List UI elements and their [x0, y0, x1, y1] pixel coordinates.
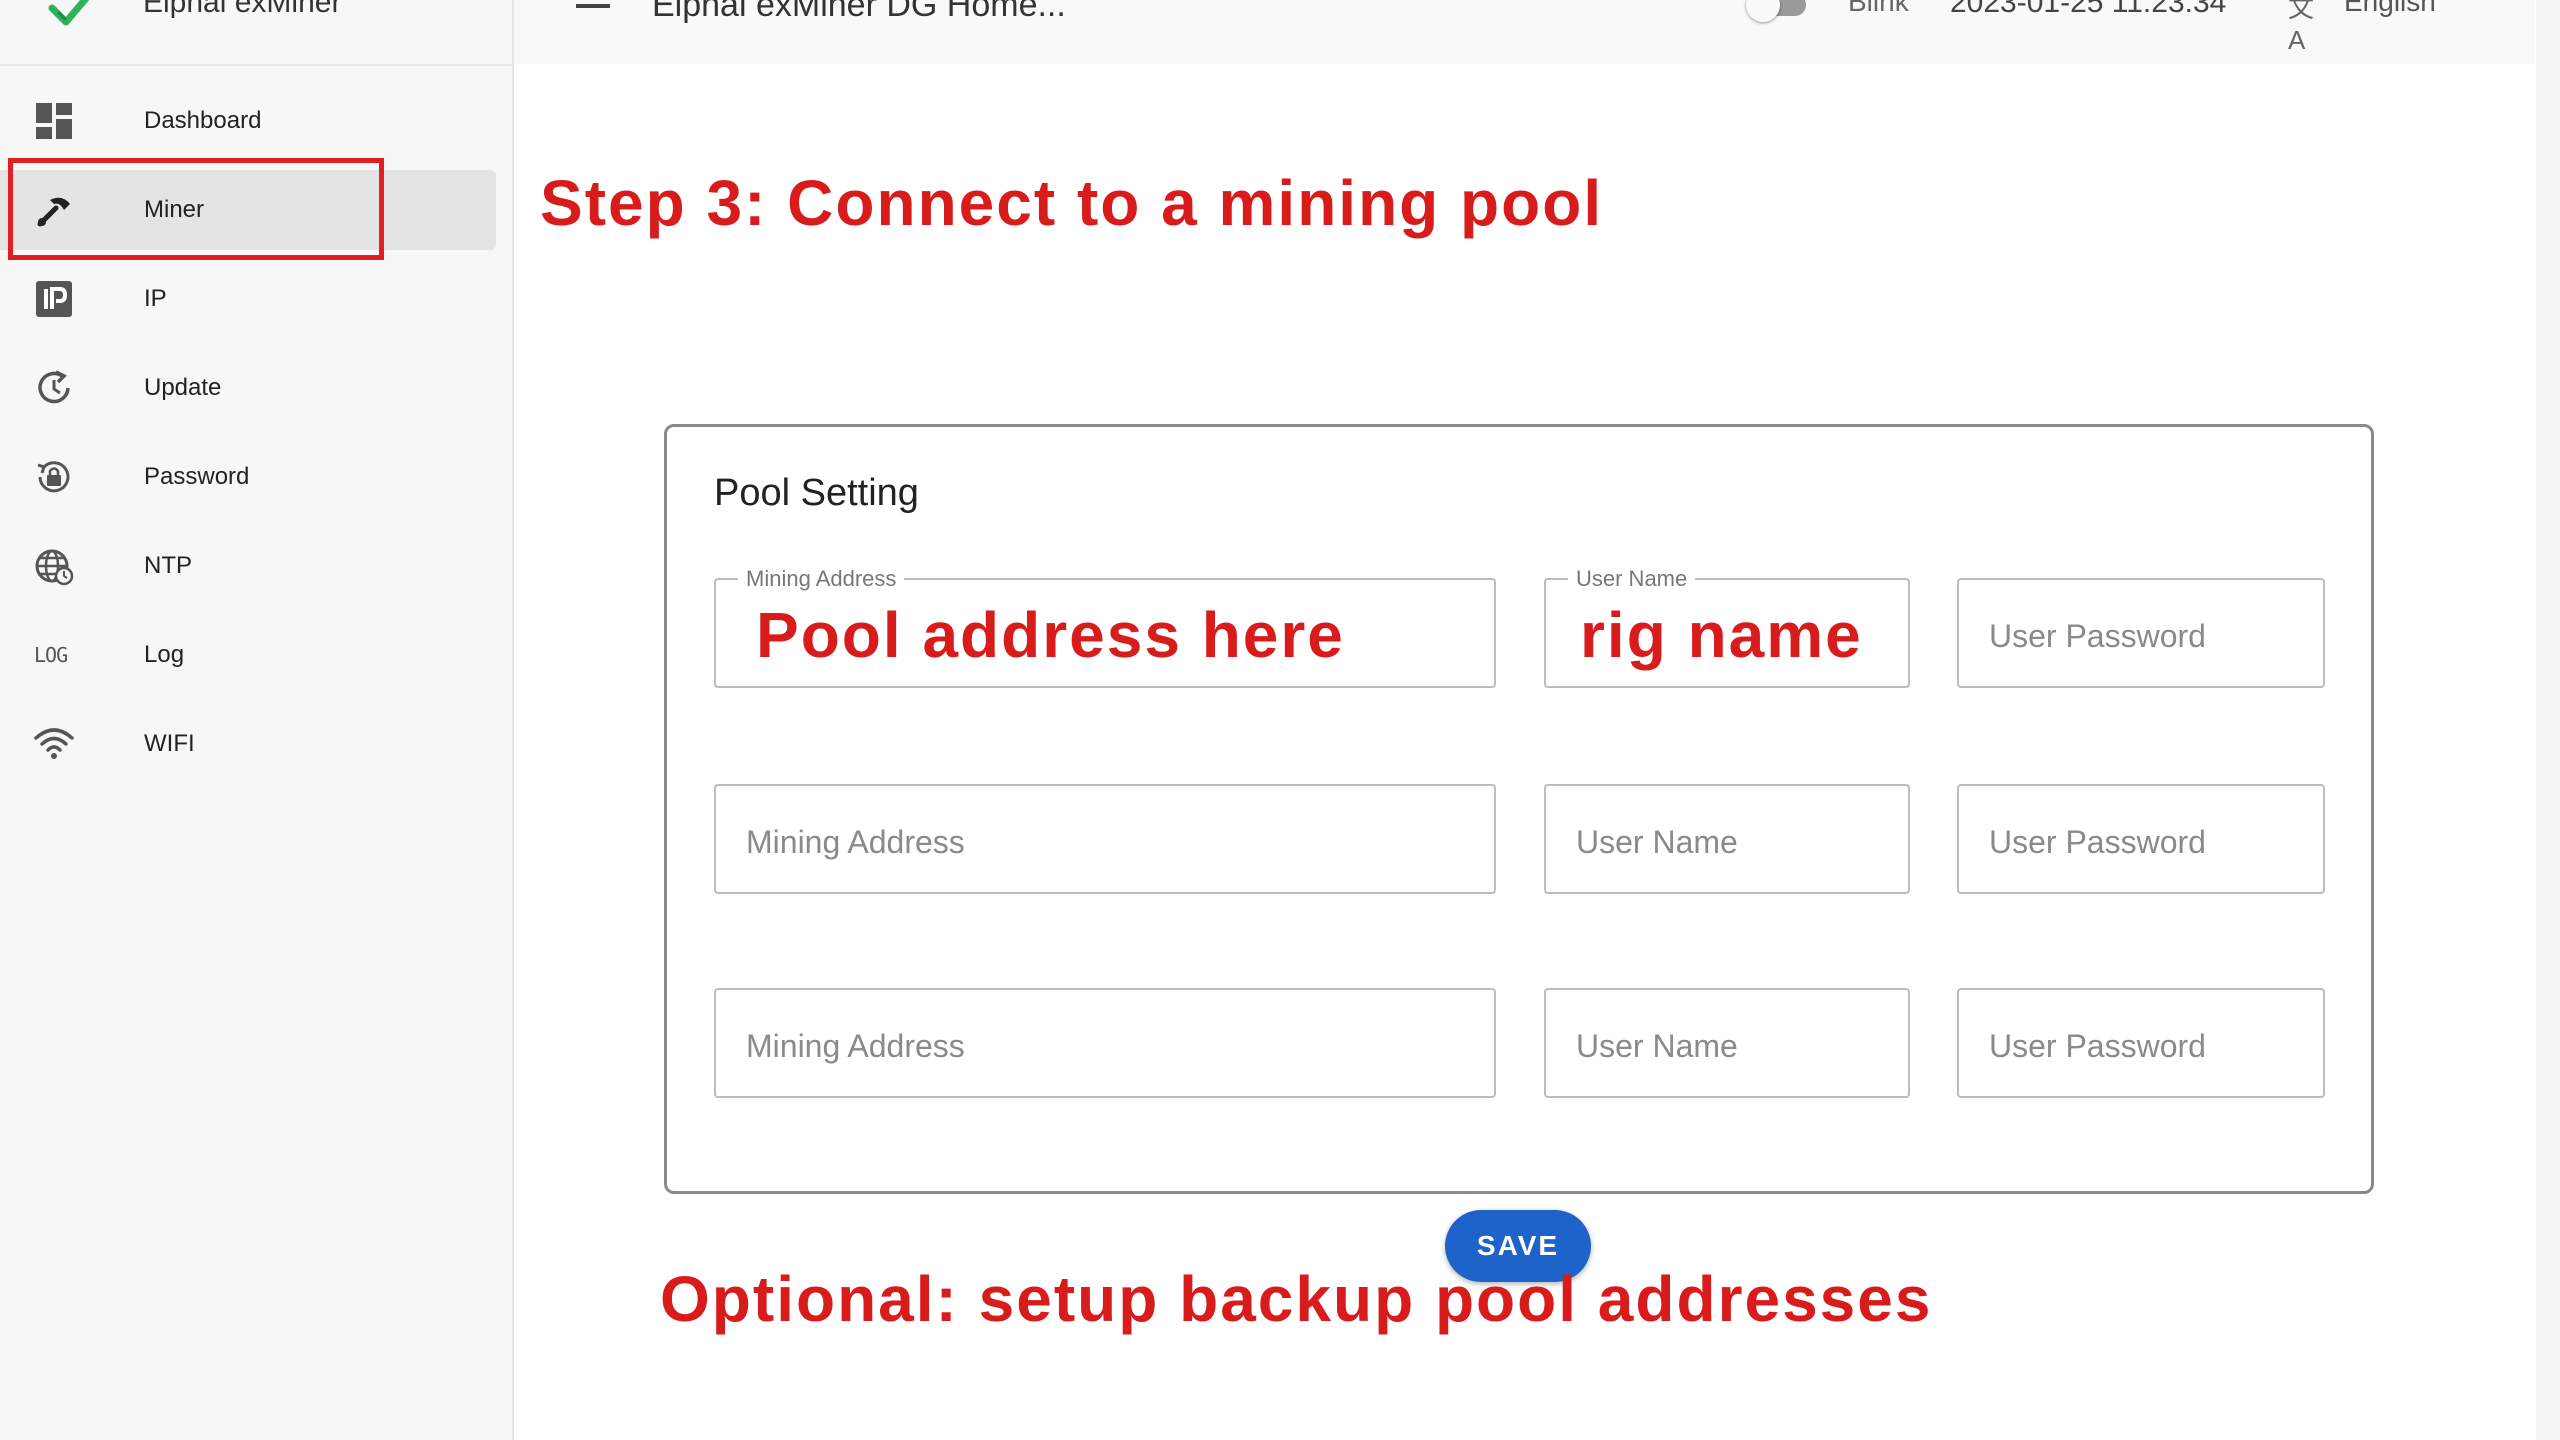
field-placeholder: User Name: [1576, 1028, 1738, 1064]
field-legend: User Name: [1568, 566, 1696, 592]
log-icon: LOG: [34, 635, 74, 675]
page-heading: Elphal exMiner DG Home...: [652, 0, 1066, 24]
sidebar-item-ntp[interactable]: NTP: [0, 526, 496, 606]
mining-address-field-3[interactable]: Mining Address: [714, 988, 1496, 1098]
sidebar-item-label: Password: [144, 463, 250, 490]
sidebar-item-password[interactable]: Password: [0, 437, 496, 517]
user-password-field-2[interactable]: User Password: [1957, 784, 2325, 894]
window-edge: [2536, 0, 2560, 1440]
field-legend: Mining Address: [738, 566, 905, 592]
pool-address-annotation: Pool address here: [756, 599, 1345, 671]
toggle-knob: [1746, 0, 1780, 22]
brand-logo-icon: [46, 0, 94, 34]
sidebar-item-label: WIFI: [144, 730, 195, 757]
pool-setting-title: Pool Setting: [714, 472, 919, 514]
sidebar-item-log[interactable]: LOG Log: [0, 615, 496, 695]
dashboard-icon: [34, 101, 74, 141]
brand-name: Elphal exMiner: [143, 0, 342, 19]
language-selector[interactable]: English: [2344, 0, 2436, 18]
user-name-field-1[interactable]: User Name rig name: [1544, 566, 1910, 688]
translate-icon[interactable]: 文A: [2288, 0, 2328, 55]
lock-icon: [34, 457, 74, 497]
user-password-field-1[interactable]: User Password: [1957, 578, 2325, 688]
miner-highlight-box: [8, 158, 384, 260]
sidebar: Elphal exMiner Dashboard Miner IP Update…: [0, 0, 514, 1440]
field-placeholder: User Name: [1576, 824, 1738, 860]
brand-bar: Elphal exMiner: [0, 0, 512, 66]
sidebar-item-dashboard[interactable]: Dashboard: [0, 81, 496, 161]
rig-name-annotation: rig name: [1580, 599, 1863, 671]
sidebar-item-ip[interactable]: IP: [0, 259, 496, 339]
field-placeholder: User Password: [1989, 1028, 2206, 1064]
log-icon-text: LOG: [34, 643, 68, 667]
blink-toggle[interactable]: [1746, 0, 1806, 22]
mining-address-field-1[interactable]: Mining Address Pool address here: [714, 566, 1496, 688]
user-name-field-2[interactable]: User Name: [1544, 784, 1910, 894]
clock-display: 2023-01-25 11:23:34: [1950, 0, 2227, 19]
sidebar-item-wifi[interactable]: WIFI: [0, 704, 496, 784]
sidebar-item-update[interactable]: Update: [0, 348, 496, 428]
field-placeholder: Mining Address: [746, 824, 965, 860]
sidebar-item-label: Update: [144, 374, 222, 401]
field-placeholder: Mining Address: [746, 1028, 965, 1064]
sidebar-item-label: Log: [144, 641, 185, 668]
step-annotation: Step 3: Connect to a mining pool: [540, 167, 1604, 239]
top-bar: Elphal exMiner DG Home... Blink 2023-01-…: [514, 0, 2534, 64]
user-name-field-3[interactable]: User Name: [1544, 988, 1910, 1098]
optional-annotation: Optional: setup backup pool addresses: [660, 1263, 1933, 1335]
ip-icon: [34, 279, 74, 319]
field-placeholder: User Password: [1989, 618, 2206, 654]
hamburger-menu-icon[interactable]: [574, 0, 614, 22]
field-placeholder: User Password: [1989, 824, 2206, 860]
wifi-icon: [34, 724, 74, 764]
mining-address-field-2[interactable]: Mining Address: [714, 784, 1496, 894]
update-icon: [34, 368, 74, 408]
app-root: Elphal exMiner Dashboard Miner IP Update…: [0, 0, 2560, 1440]
sidebar-item-label: NTP: [144, 552, 192, 579]
user-password-field-3[interactable]: User Password: [1957, 988, 2325, 1098]
blink-label: Blink: [1848, 0, 1909, 17]
globe-icon: [34, 546, 74, 586]
sidebar-item-label: Dashboard: [144, 107, 262, 134]
sidebar-item-label: IP: [144, 285, 167, 312]
